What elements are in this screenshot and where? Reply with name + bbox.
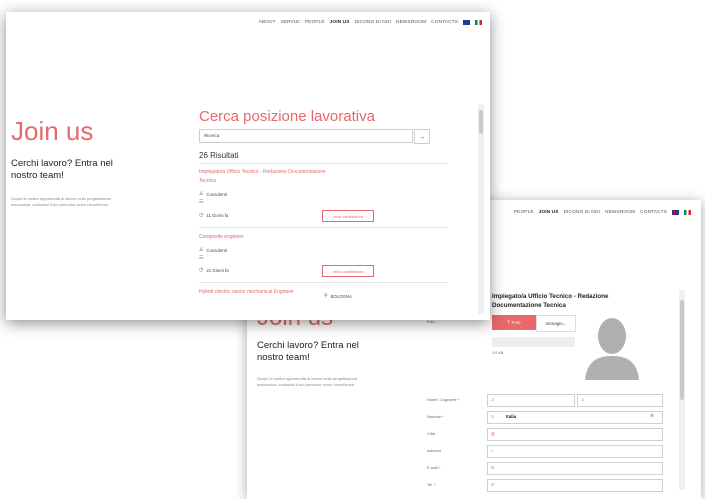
last-name-input[interactable]: ♙	[577, 394, 663, 407]
avatar-placeholder	[583, 310, 641, 380]
nav-item-contacts[interactable]: CONTACTS	[640, 210, 667, 215]
job-title-link[interactable]: Hybrid electric senior mechanical Engine…	[199, 288, 319, 297]
person-silhouette-icon	[585, 318, 639, 380]
job-age-label: 11 Giorni fa	[206, 213, 229, 218]
flag-uk-icon[interactable]	[463, 20, 470, 25]
photo-upload-button[interactable]: ⤒ Foto	[492, 315, 536, 330]
job-type: ♙ Consulenti	[199, 247, 227, 254]
hero-paragraph: Scopri le nostre opportunità di lavoro n…	[11, 196, 112, 207]
first-name-input[interactable]: ♙	[487, 394, 575, 407]
nav-item-join-us[interactable]: JOIN US	[539, 210, 559, 215]
team-icon: ☷	[199, 199, 204, 205]
user-icon: ♙	[199, 247, 204, 253]
flag-it-icon[interactable]	[684, 210, 691, 215]
team-icon-row: ☷	[199, 256, 203, 261]
pin-icon: ⚲	[324, 293, 328, 299]
nav-item-join-us[interactable]: JOIN US	[330, 20, 350, 25]
divider	[199, 282, 447, 283]
nav-item-servizi[interactable]: SERVIZI	[281, 20, 300, 25]
mail-icon: ✉	[491, 465, 495, 470]
nav-item-dicono-di-noi[interactable]: DICONO DI NOI	[355, 20, 391, 25]
apply-button-label: Invia candidatura	[332, 268, 364, 274]
results-scrollbar-thumb[interactable]	[479, 110, 483, 134]
city-input[interactable]: ▥	[487, 428, 663, 441]
phone-input[interactable]: ✆	[487, 479, 663, 492]
user-icon: ♙	[199, 191, 204, 197]
photo-label: Foto	[427, 320, 435, 324]
hero-heading: Cerchi lavoro? Entra nel nostro team!	[11, 158, 113, 181]
job-title-link[interactable]: Impiegato/a Ufficio Tecnico - Redazione …	[199, 168, 329, 186]
divider	[199, 163, 447, 164]
form-scrollbar-thumb[interactable]	[680, 300, 684, 400]
file-size-text: 2.0 KB	[492, 351, 504, 355]
pin-icon: ⚲	[491, 414, 494, 419]
results-scrollbar[interactable]	[478, 104, 484, 314]
team-icon-row: ☷	[199, 200, 203, 205]
country-value: Italia	[506, 414, 517, 419]
search-heading: Cerca posizione lavorativa	[199, 108, 375, 125]
field-label-phone: Tel. *	[427, 483, 436, 487]
results-count: 26 Risultati	[199, 151, 239, 160]
building-icon: ▥	[491, 431, 495, 436]
top-nav: ABOUT SERVIZI PEOPLE JOIN US DICONO DI N…	[259, 20, 482, 25]
top-nav-back: PEOPLE JOIN US DICONO DI NOI NEWSROOM CO…	[514, 210, 691, 215]
country-select[interactable]: ⚲ Italia ⊗	[487, 411, 663, 424]
search-submit-button[interactable]: →	[414, 129, 430, 144]
field-label-address: Indirizzo	[427, 449, 442, 453]
nav-item-contacts[interactable]: CONTACTS	[431, 20, 458, 25]
nav-item-about[interactable]: ABOUT	[259, 20, 276, 25]
field-label-city: Città	[427, 432, 435, 436]
form-scrollbar[interactable]	[679, 290, 685, 490]
photo-preview-bar	[492, 337, 575, 347]
email-input[interactable]: ✉	[487, 462, 663, 475]
nav-item-people[interactable]: PEOPLE	[305, 20, 325, 25]
hero-heading: Cerchi lavoro? Entra nel nostro team!	[257, 340, 359, 363]
home-icon: ⌂	[491, 448, 494, 453]
job-type: ♙ Consulenti	[199, 191, 227, 198]
page-title: Join us	[11, 116, 94, 146]
job-age: ◷ 21 Giorni fa	[199, 267, 229, 274]
team-icon: ☷	[199, 255, 204, 261]
nav-item-dicono-di-noi[interactable]: DICONO DI NOI	[564, 210, 600, 215]
apply-button-label: Invia candidatura	[332, 213, 364, 219]
field-label-name: Nome / Cognome *	[427, 398, 460, 402]
field-label-email: E-mail *	[427, 466, 441, 470]
job-title-link[interactable]: Composite engineer	[199, 233, 329, 242]
arrow-right-icon: →	[418, 132, 426, 141]
photo-button-label: Foto	[511, 320, 521, 325]
flag-it-icon[interactable]	[475, 20, 482, 25]
job-age-label: 21 Giorni fa	[206, 268, 229, 273]
image-button[interactable]: Immagin...	[536, 315, 576, 332]
job-type-label: Consulenti	[206, 192, 227, 197]
user-icon: ♙	[581, 397, 585, 402]
job-type-label: Consulenti	[206, 248, 227, 253]
job-search-window: ABOUT SERVIZI PEOPLE JOIN US DICONO DI N…	[6, 12, 490, 320]
nav-item-newsroom[interactable]: NEWSROOM	[396, 20, 426, 25]
job-location-label: BOLOGNA	[330, 294, 352, 299]
clear-icon[interactable]: ⊗	[650, 413, 654, 419]
job-age: ◷ 11 Giorni fa	[199, 212, 229, 219]
apply-button[interactable]: Invia candidatura	[322, 210, 374, 222]
field-label-country: Nazione *	[427, 415, 444, 419]
form-job-title: Impiegato/a Ufficio Tecnico - Redazione …	[492, 293, 609, 309]
apply-button[interactable]: Invia candidatura	[322, 265, 374, 277]
clock-icon: ◷	[199, 267, 204, 273]
upload-icon: ⤒	[507, 320, 510, 325]
nav-item-newsroom[interactable]: NEWSROOM	[605, 210, 635, 215]
job-location: ⚲ BOLOGNA	[324, 293, 352, 300]
clock-icon: ◷	[199, 212, 204, 218]
address-input[interactable]: ⌂	[487, 445, 663, 458]
divider	[199, 227, 447, 228]
nav-item-people[interactable]: PEOPLE	[514, 210, 534, 215]
hero-paragraph: Scopri le nostre opportunità di lavoro n…	[257, 376, 358, 387]
search-input[interactable]: Ricerca	[199, 129, 413, 143]
user-icon: ♙	[491, 397, 495, 402]
image-button-label: Immagin...	[545, 321, 567, 326]
phone-icon: ✆	[491, 482, 495, 487]
flag-uk-icon[interactable]	[672, 210, 679, 215]
search-placeholder: Ricerca	[204, 133, 220, 138]
